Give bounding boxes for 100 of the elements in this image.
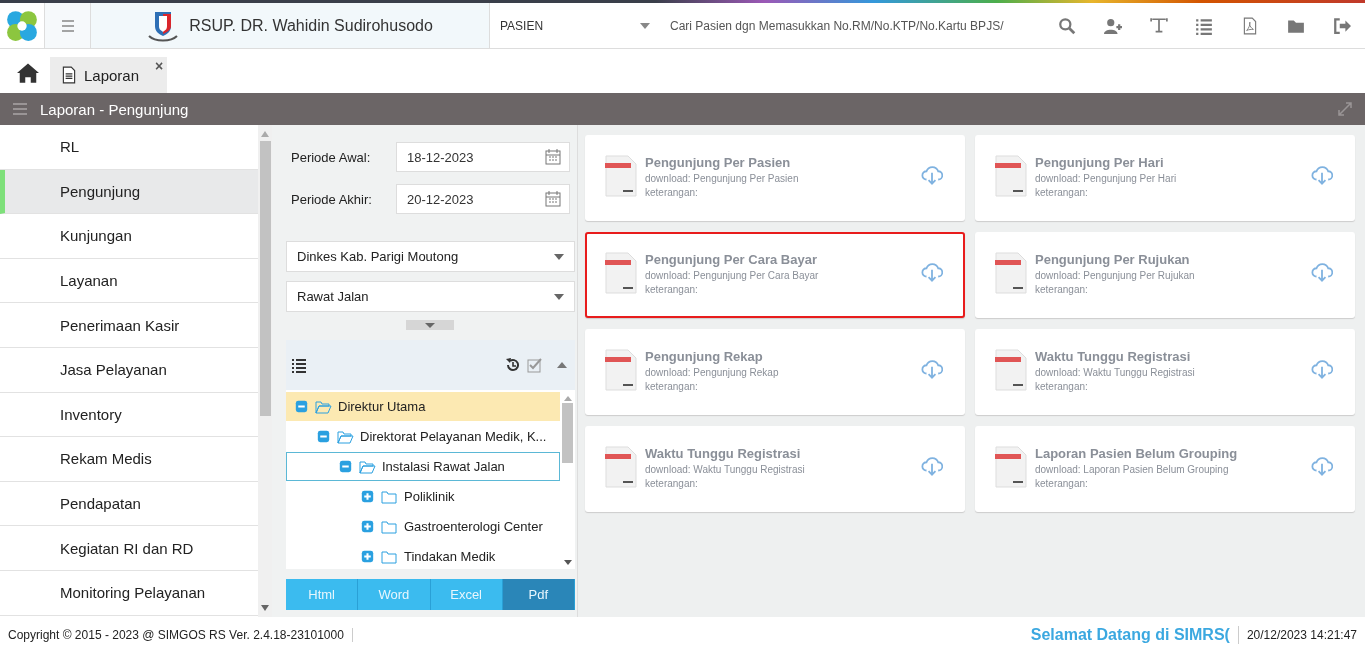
collapse-icon — [295, 400, 308, 413]
report-title: Pengunjung Per Hari — [1035, 155, 1165, 170]
sidebar-item[interactable]: Pengunjung — [0, 169, 258, 215]
report-download-text: download: Pengunjung Per Pasien — [645, 173, 800, 184]
list-icon — [1195, 16, 1214, 35]
cloud-download-icon — [921, 454, 943, 476]
reset-button[interactable] — [505, 357, 521, 373]
cloud-download-icon — [1311, 163, 1333, 185]
section-title: Laporan - Pengunjung — [40, 100, 190, 118]
report-download-text: download: Pengunjung Per Hari — [1035, 173, 1178, 184]
download-button[interactable] — [1311, 163, 1333, 185]
copyright-text: Copyright © 2015 - 2023 @ SIMGOS RS Ver. 2.4.18-23101000 — [8, 628, 353, 642]
folder-open-icon — [314, 398, 332, 415]
caret-icon — [563, 396, 572, 401]
report-note: keterangan: — [645, 284, 699, 295]
caret-icon — [261, 131, 269, 137]
report-card[interactable]: Waktu Tunggu Registrasi download: Waktu Tunggu Registrasi keterangan: — [975, 329, 1355, 415]
scrollbar[interactable] — [258, 125, 272, 617]
folder-open-icon — [358, 458, 376, 475]
download-button[interactable] — [921, 357, 943, 379]
date-field[interactable]: 20-12-2023 — [396, 184, 570, 214]
tree-node[interactable]: Poliklinik — [286, 482, 560, 511]
text-icon — [1149, 16, 1168, 35]
folder-icon — [380, 548, 398, 565]
report-tab[interactable]: Laporan × — [50, 57, 168, 93]
report-file-icon — [605, 252, 637, 294]
expand-node-icon — [361, 490, 374, 503]
report-title: Pengunjung Per Pasien — [645, 155, 792, 170]
history-icon — [505, 357, 521, 373]
checkbox-icon — [527, 357, 543, 373]
expand-node-icon — [361, 520, 374, 533]
folder-icon — [380, 488, 398, 505]
folder-icon — [380, 518, 398, 535]
caret-icon — [640, 22, 650, 29]
cloud-download-icon — [1311, 357, 1333, 379]
download-button[interactable] — [1311, 357, 1333, 379]
tree-node-label: Direktorat Pelayanan Medik, K... — [360, 429, 547, 444]
expand-button[interactable] — [1337, 101, 1353, 117]
caret-icon — [563, 560, 572, 565]
tree-node[interactable]: Instalasi Rawat Jalan — [286, 452, 560, 481]
field-label: Periode Akhir: — [291, 191, 373, 207]
report-file-icon — [995, 349, 1027, 391]
tree-node[interactable]: Direktur Utama — [286, 392, 560, 421]
report-file-icon — [995, 446, 1027, 488]
cloud-download-icon — [1311, 260, 1333, 282]
report-title: Waktu Tunggu Registrasi — [1035, 349, 1192, 364]
download-button[interactable] — [921, 454, 943, 476]
date-time: 20/12/2023 14:21:47 — [1245, 628, 1357, 642]
caret-icon — [554, 293, 564, 300]
report-note: keterangan: — [645, 187, 699, 198]
tree-node[interactable]: Gastroenterologi Center — [286, 512, 560, 541]
expand-icon — [1337, 101, 1353, 117]
collapse-toggle-button[interactable] — [406, 320, 454, 330]
tree-node-label: Direktur Utama — [338, 399, 426, 414]
report-note: keterangan: — [645, 478, 699, 489]
date-field[interactable]: 18-12-2023 — [396, 142, 570, 172]
calendar-icon — [545, 149, 561, 165]
home-icon — [16, 62, 40, 84]
report-download-text: download: Laporan Pasien Belum Grouping — [1035, 464, 1230, 475]
report-note: keterangan: — [1035, 284, 1089, 295]
add-user-icon — [1103, 16, 1122, 35]
hospital-logo-icon — [147, 9, 180, 42]
report-title: Pengunjung Rekap — [645, 349, 764, 364]
calendar-icon — [545, 191, 561, 207]
menu-button[interactable] — [45, 3, 91, 48]
service-type-select[interactable]: Rawat Jalan — [286, 281, 575, 312]
caret-icon — [554, 253, 564, 260]
welcome-text: Selamat Datang di SIMRS( — [1030, 626, 1239, 644]
report-download-text: download: Waktu Tunggu Registrasi — [1035, 367, 1196, 378]
select-all-button[interactable] — [527, 357, 543, 373]
download-button[interactable] — [1311, 260, 1333, 282]
report-title: Pengunjung Per Cara Bayar — [645, 252, 818, 267]
report-download-text: download: Pengunjung Per Cara Bayar — [645, 270, 820, 281]
search-icon — [1057, 16, 1076, 35]
caret-icon — [261, 605, 269, 611]
menu-icon — [59, 17, 76, 34]
expand-node-icon — [361, 550, 374, 563]
download-button[interactable] — [1311, 454, 1333, 476]
tree-node-label: Gastroenterologi Center — [404, 519, 543, 534]
close-tab-button[interactable]: × — [154, 58, 164, 74]
export-button[interactable]: Pdf — [502, 579, 575, 610]
cloud-download-icon — [921, 357, 943, 379]
cloud-download-icon — [921, 260, 943, 282]
report-file-icon — [605, 446, 637, 488]
institution-select[interactable]: Dinkes Kab. Parigi Moutong — [286, 241, 575, 272]
report-file-icon — [605, 349, 637, 391]
hospital-name: RSUP. DR. Wahidin Sudirohusodo — [189, 16, 433, 35]
collapse-icon — [317, 430, 330, 443]
report-card[interactable]: Waktu Tunggu Registrasi download: Waktu Tunggu Registrasi keterangan: — [585, 426, 965, 512]
report-file-icon — [605, 155, 637, 197]
tree-node[interactable]: Direktorat Pelayanan Medik, K... — [286, 422, 560, 451]
download-button[interactable] — [921, 260, 943, 282]
report-note: keterangan: — [1035, 187, 1089, 198]
report-note: keterangan: — [1035, 478, 1089, 489]
tree-node[interactable]: Tindakan Medik — [286, 542, 560, 569]
tree-node-label: Instalasi Rawat Jalan — [382, 459, 505, 474]
report-title: Waktu Tunggu Registrasi — [645, 446, 802, 461]
field-label: Periode Awal: — [291, 149, 372, 165]
download-button[interactable] — [921, 163, 943, 185]
cloud-download-icon — [1311, 454, 1333, 476]
